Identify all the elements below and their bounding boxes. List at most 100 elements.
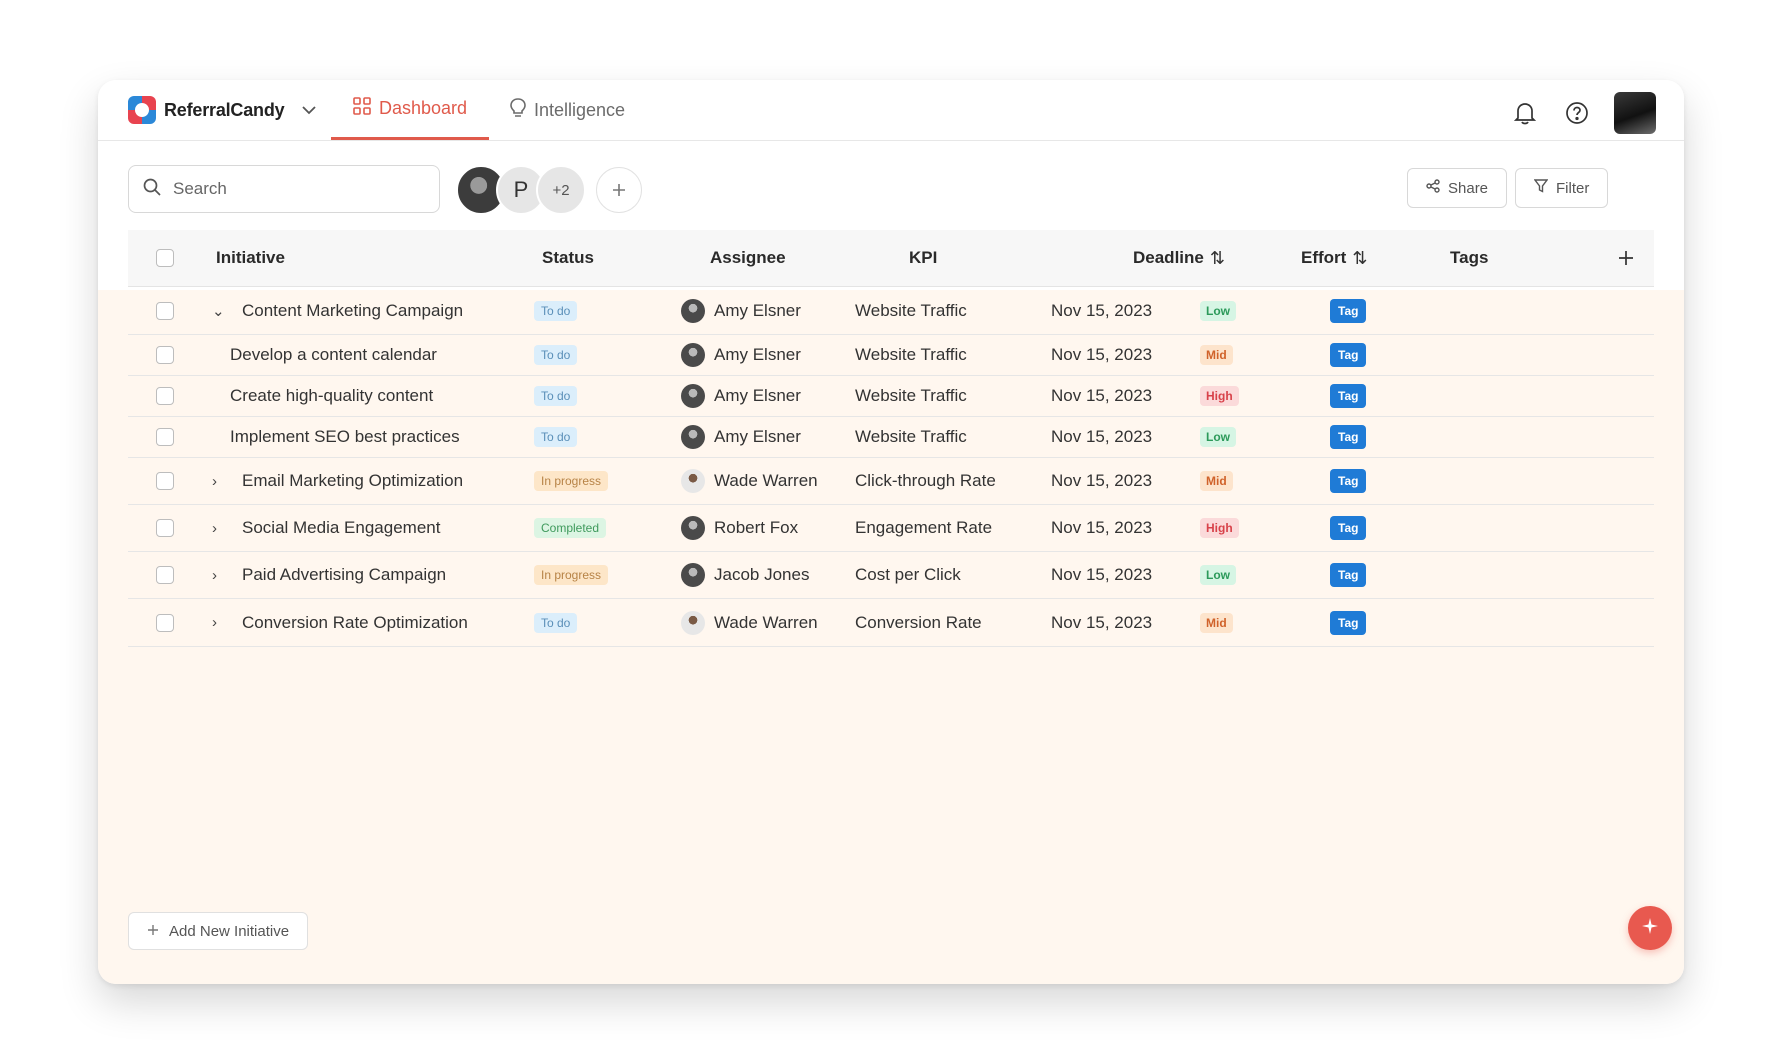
effort-badge[interactable]: Low bbox=[1200, 427, 1236, 447]
table-row[interactable]: Develop a content calendar To do Amy Elsne… bbox=[128, 335, 1654, 376]
row-checkbox[interactable] bbox=[156, 335, 174, 375]
tag-chip[interactable]: Tag bbox=[1330, 563, 1367, 587]
status-cell[interactable]: To do bbox=[534, 335, 578, 375]
more-collaborators-count[interactable]: +2 bbox=[536, 165, 586, 215]
user-avatar[interactable] bbox=[1614, 92, 1656, 134]
header-effort[interactable]: Effort ⇅ bbox=[1301, 248, 1367, 269]
ai-assistant-button[interactable] bbox=[1628, 906, 1672, 950]
effort-badge[interactable]: Low bbox=[1200, 300, 1236, 321]
search-box[interactable] bbox=[128, 165, 440, 213]
tags-cell[interactable]: Tag bbox=[1330, 287, 1367, 334]
tags-cell[interactable]: Tag bbox=[1330, 552, 1367, 598]
status-cell[interactable]: To do bbox=[534, 287, 578, 334]
status-badge[interactable]: To do bbox=[534, 427, 578, 447]
effort-badge[interactable]: High bbox=[1200, 386, 1239, 406]
initiative-cell[interactable]: Create high-quality content bbox=[230, 376, 433, 416]
effort-cell[interactable]: High bbox=[1200, 376, 1239, 416]
chevron-down-icon[interactable] bbox=[302, 102, 317, 118]
assignee-cell[interactable]: Wade Warren bbox=[681, 458, 818, 504]
table-row[interactable]: › Email Marketing Optimization In progress… bbox=[128, 458, 1654, 505]
deadline-cell[interactable]: Nov 15, 2023 bbox=[1051, 599, 1152, 646]
tab-dashboard[interactable]: Dashboard bbox=[331, 80, 490, 140]
kpi-cell[interactable]: Website Traffic bbox=[855, 287, 967, 334]
status-badge[interactable]: To do bbox=[534, 386, 578, 406]
assignee-cell[interactable]: Robert Fox bbox=[681, 505, 798, 551]
status-cell[interactable]: To do bbox=[534, 599, 578, 646]
assignee-cell[interactable]: Jacob Jones bbox=[681, 552, 809, 598]
row-checkbox[interactable] bbox=[156, 376, 174, 416]
tags-cell[interactable]: Tag bbox=[1330, 458, 1367, 504]
status-cell[interactable]: To do bbox=[534, 417, 578, 457]
deadline-cell[interactable]: Nov 15, 2023 bbox=[1051, 287, 1152, 334]
kpi-cell[interactable]: Conversion Rate bbox=[855, 599, 982, 646]
assignee-cell[interactable]: Amy Elsner bbox=[681, 376, 801, 416]
table-row[interactable]: › Conversion Rate Optimization To do Wade W… bbox=[128, 599, 1654, 647]
table-row[interactable]: Implement SEO best practices To do Amy Els… bbox=[128, 417, 1654, 458]
select-all-checkbox[interactable] bbox=[156, 249, 174, 267]
assignee-cell[interactable]: Wade Warren bbox=[681, 599, 818, 646]
status-cell[interactable]: In progress bbox=[534, 458, 609, 504]
status-cell[interactable]: Completed bbox=[534, 505, 607, 551]
status-badge[interactable]: To do bbox=[534, 345, 578, 365]
assignee-cell[interactable]: Amy Elsner bbox=[681, 335, 801, 375]
add-new-initiative-button[interactable]: Add New Initiative bbox=[128, 912, 309, 950]
initiative-cell[interactable]: › Social Media Engagement bbox=[212, 505, 440, 551]
tag-chip[interactable]: Tag bbox=[1330, 425, 1367, 449]
search-input[interactable] bbox=[171, 178, 415, 200]
deadline-cell[interactable]: Nov 15, 2023 bbox=[1051, 376, 1152, 416]
assignee-cell[interactable]: Amy Elsner bbox=[681, 417, 801, 457]
header-kpi[interactable]: KPI bbox=[909, 248, 937, 268]
tags-cell[interactable]: Tag bbox=[1330, 335, 1367, 375]
add-collaborator-button[interactable] bbox=[596, 167, 642, 213]
effort-cell[interactable]: Mid bbox=[1200, 599, 1233, 646]
tags-cell[interactable]: Tag bbox=[1330, 417, 1367, 457]
chevron-right-icon[interactable]: › bbox=[212, 614, 230, 631]
row-checkbox[interactable] bbox=[156, 552, 174, 598]
tags-cell[interactable]: Tag bbox=[1330, 376, 1367, 416]
tag-chip[interactable]: Tag bbox=[1330, 469, 1367, 493]
tab-intelligence[interactable]: Intelligence bbox=[488, 80, 647, 140]
row-checkbox[interactable] bbox=[156, 417, 174, 457]
initiative-cell[interactable]: Implement SEO best practices bbox=[230, 417, 460, 457]
row-checkbox[interactable] bbox=[156, 458, 174, 504]
status-cell[interactable]: In progress bbox=[534, 552, 609, 598]
kpi-cell[interactable]: Website Traffic bbox=[855, 417, 967, 457]
effort-cell[interactable]: Mid bbox=[1200, 458, 1233, 504]
initiative-cell[interactable]: › Paid Advertising Campaign bbox=[212, 552, 446, 598]
effort-badge[interactable]: Mid bbox=[1200, 612, 1233, 633]
effort-badge[interactable]: Mid bbox=[1200, 471, 1233, 491]
kpi-cell[interactable]: Click-through Rate bbox=[855, 458, 996, 504]
add-column-button[interactable] bbox=[1618, 250, 1634, 266]
deadline-cell[interactable]: Nov 15, 2023 bbox=[1051, 335, 1152, 375]
header-assignee[interactable]: Assignee bbox=[710, 248, 786, 268]
row-checkbox[interactable] bbox=[156, 287, 174, 334]
kpi-cell[interactable]: Cost per Click bbox=[855, 552, 961, 598]
initiative-cell[interactable]: Develop a content calendar bbox=[230, 335, 437, 375]
initiative-cell[interactable]: › Email Marketing Optimization bbox=[212, 458, 463, 504]
tag-chip[interactable]: Tag bbox=[1330, 384, 1367, 408]
effort-cell[interactable]: Low bbox=[1200, 417, 1236, 457]
effort-badge[interactable]: Low bbox=[1200, 565, 1236, 585]
kpi-cell[interactable]: Website Traffic bbox=[855, 376, 967, 416]
status-cell[interactable]: To do bbox=[534, 376, 578, 416]
tags-cell[interactable]: Tag bbox=[1330, 505, 1367, 551]
deadline-cell[interactable]: Nov 15, 2023 bbox=[1051, 552, 1152, 598]
status-badge[interactable]: In progress bbox=[534, 471, 609, 491]
deadline-cell[interactable]: Nov 15, 2023 bbox=[1051, 417, 1152, 457]
initiative-cell[interactable]: ⌄ Content Marketing Campaign bbox=[212, 287, 463, 334]
status-badge[interactable]: To do bbox=[534, 300, 578, 321]
header-deadline[interactable]: Deadline ⇅ bbox=[1133, 248, 1225, 269]
kpi-cell[interactable]: Engagement Rate bbox=[855, 505, 992, 551]
table-row[interactable]: ⌄ Content Marketing Campaign To do Amy Elsn… bbox=[128, 287, 1654, 335]
share-button[interactable]: Share bbox=[1407, 168, 1508, 208]
header-initiative[interactable]: Initiative bbox=[216, 248, 285, 268]
bell-icon[interactable] bbox=[1510, 98, 1540, 128]
tag-chip[interactable]: Tag bbox=[1330, 610, 1367, 635]
chevron-down-icon[interactable]: ⌄ bbox=[212, 302, 230, 320]
assignee-cell[interactable]: Amy Elsner bbox=[681, 287, 801, 334]
table-row[interactable]: Create high-quality content To do Amy Elsn… bbox=[128, 376, 1654, 417]
table-row[interactable]: › Paid Advertising Campaign In progress Jac… bbox=[128, 552, 1654, 599]
status-badge[interactable]: To do bbox=[534, 612, 578, 633]
deadline-cell[interactable]: Nov 15, 2023 bbox=[1051, 505, 1152, 551]
effort-badge[interactable]: Mid bbox=[1200, 345, 1233, 365]
